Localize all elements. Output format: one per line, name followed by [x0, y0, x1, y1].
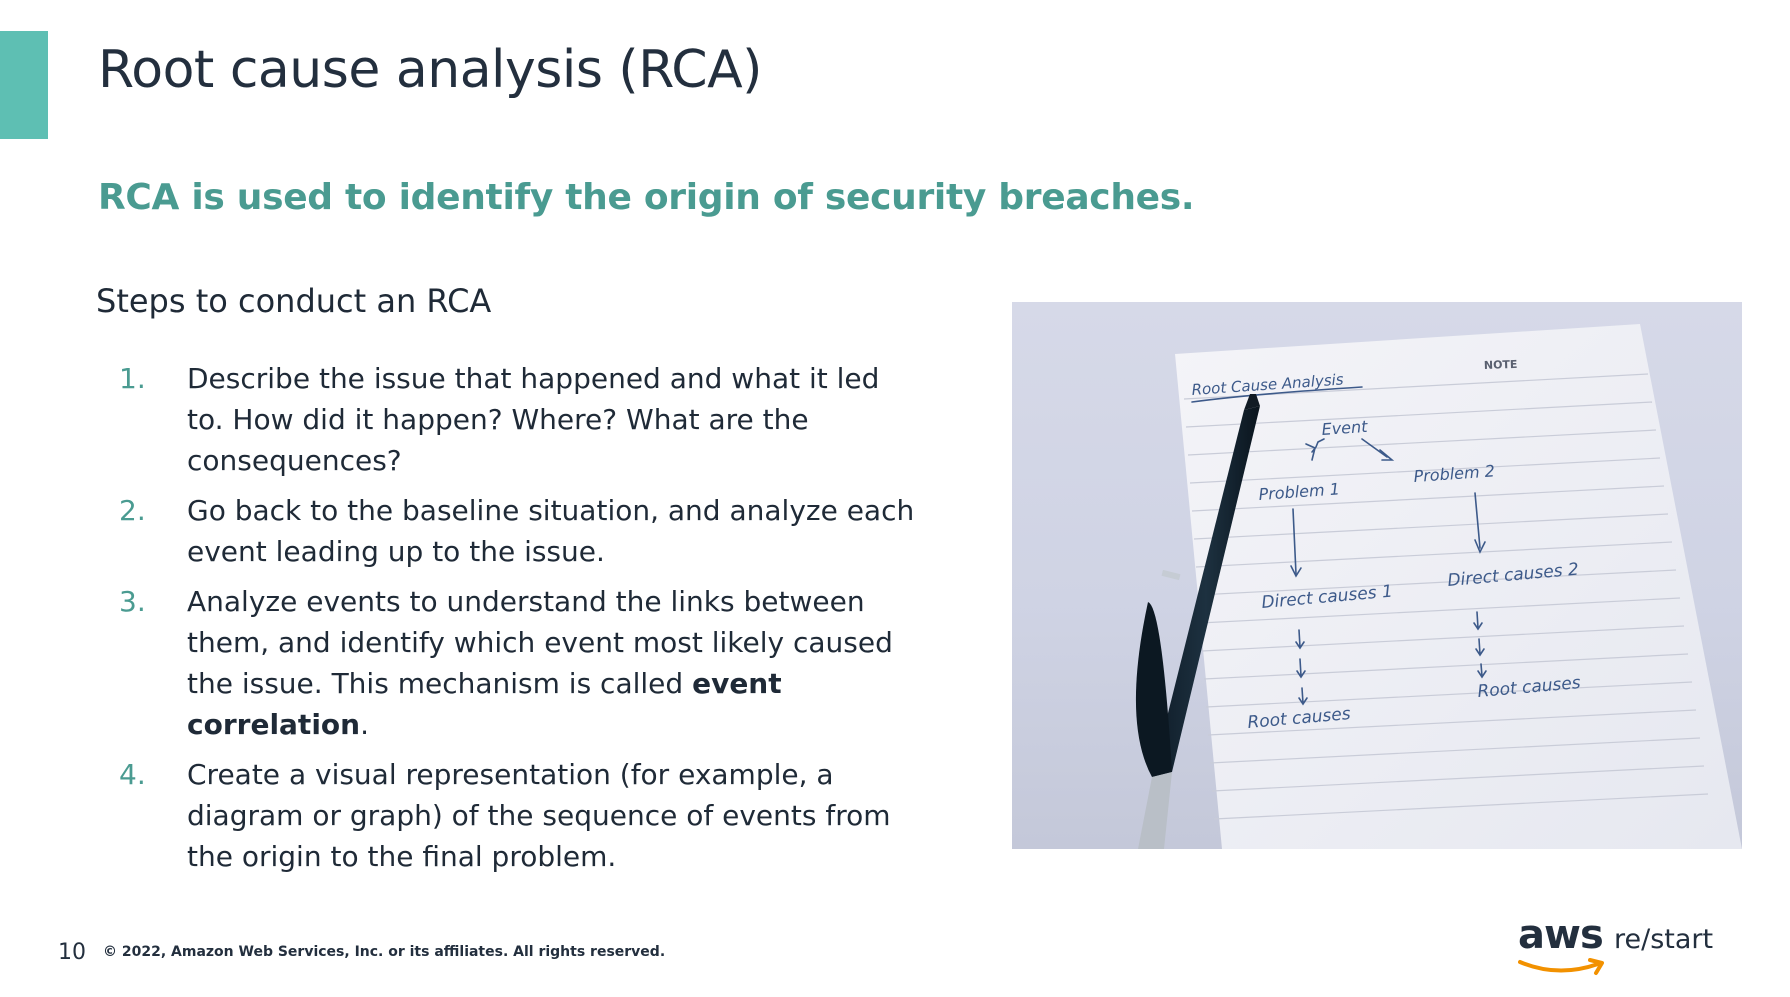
aws-smile-icon	[1518, 958, 1604, 975]
step-number: 2.	[119, 494, 146, 527]
step-item: 2. Go back to the baseline situation, an…	[96, 490, 916, 572]
note-header: NOTE	[1484, 358, 1518, 372]
step-item: 1. Describe the issue that happened and …	[96, 358, 916, 481]
slide-title: Root cause analysis (RCA)	[98, 40, 762, 100]
pen-clip	[1135, 602, 1172, 777]
step-text: Analyze events to understand the links b…	[187, 585, 893, 741]
step-text: Create a visual representation (for exam…	[187, 758, 891, 873]
step-text-before: Analyze events to understand the links b…	[187, 585, 893, 700]
title-accent-bar	[0, 31, 48, 139]
step-number: 3.	[119, 585, 146, 618]
copyright-notice: © 2022, Amazon Web Services, Inc. or its…	[103, 944, 666, 960]
steps-heading: Steps to conduct an RCA	[96, 282, 492, 320]
rca-notepad-photo: NOTE Root Cause Analysis Event Problem 1…	[1012, 302, 1742, 849]
steps-list: 1. Describe the issue that happened and …	[96, 358, 916, 886]
step-item: 3. Analyze events to understand the link…	[96, 581, 916, 745]
page-number: 10	[58, 940, 86, 965]
step-number: 4.	[119, 758, 146, 791]
slide-subtitle: RCA is used to identify the origin of se…	[98, 177, 1195, 218]
notepad-illustration: NOTE Root Cause Analysis Event Problem 1…	[1135, 324, 1742, 849]
step-text: Describe the issue that happened and wha…	[187, 362, 880, 477]
logo-aws-wordmark: aws	[1518, 912, 1604, 958]
aws-restart-logo: aws re/start	[1518, 912, 1713, 978]
step-number: 1.	[119, 362, 146, 395]
logo-restart-wordmark: re/start	[1614, 924, 1714, 955]
pen-tip-metal	[1138, 772, 1172, 849]
step-item: 4. Create a visual representation (for e…	[96, 754, 916, 877]
step-text: Go back to the baseline situation, and a…	[187, 494, 915, 568]
step-text-after: .	[360, 708, 369, 741]
pen-ring	[1161, 569, 1181, 581]
note-event: Event	[1321, 417, 1369, 439]
